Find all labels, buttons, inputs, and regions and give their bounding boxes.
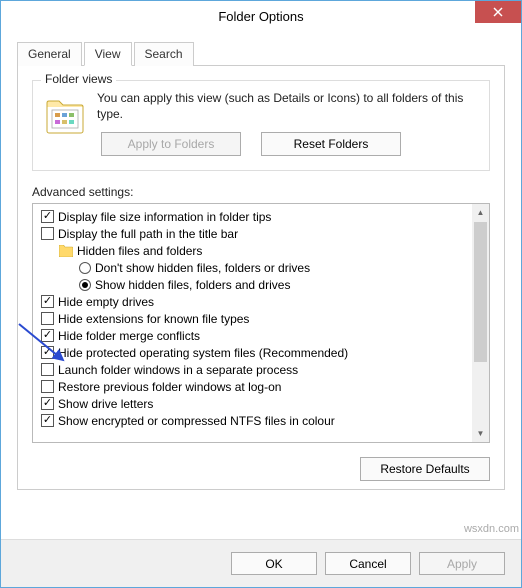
scroll-thumb[interactable]: [474, 222, 487, 362]
tree-row[interactable]: Display the full path in the title bar: [35, 225, 470, 242]
tree-row[interactable]: Launch folder windows in a separate proc…: [35, 361, 470, 378]
folder-views-icon: [43, 95, 87, 139]
checkbox-icon[interactable]: [41, 312, 54, 325]
ok-button[interactable]: OK: [231, 552, 317, 575]
checkbox-icon[interactable]: [41, 414, 54, 427]
tree-row[interactable]: Show drive letters: [35, 395, 470, 412]
tab-panel-view: Folder views You can apply this view (su…: [17, 65, 505, 490]
tab-view[interactable]: View: [84, 42, 132, 66]
checkbox-icon[interactable]: [41, 397, 54, 410]
cancel-button[interactable]: Cancel: [325, 552, 411, 575]
tree-row-label: Hide empty drives: [58, 295, 154, 309]
tab-general[interactable]: General: [17, 42, 82, 66]
tree-row-label: Hide folder merge conflicts: [58, 329, 200, 343]
tree-row-label: Don't show hidden files, folders or driv…: [95, 261, 310, 275]
checkbox-icon[interactable]: [41, 210, 54, 223]
scrollbar[interactable]: ▲ ▼: [472, 204, 489, 442]
tree-row-label: Restore previous folder windows at log-o…: [58, 380, 281, 394]
folder-views-title: Folder views: [41, 72, 116, 86]
close-button[interactable]: [475, 1, 521, 23]
tree-row[interactable]: Hide folder merge conflicts: [35, 327, 470, 344]
scroll-up-button[interactable]: ▲: [472, 204, 489, 221]
folder-icon: [59, 245, 73, 257]
tree-row-label: Show encrypted or compressed NTFS files …: [58, 414, 335, 428]
tree-row[interactable]: Display file size information in folder …: [35, 208, 470, 225]
apply-button[interactable]: Apply: [419, 552, 505, 575]
reset-folders-button[interactable]: Reset Folders: [261, 132, 401, 156]
titlebar: Folder Options: [1, 1, 521, 31]
window-title: Folder Options: [218, 9, 303, 24]
tree-row-label: Show drive letters: [58, 397, 153, 411]
tree-row[interactable]: Hide extensions for known file types: [35, 310, 470, 327]
tree-row-label: Hidden files and folders: [77, 244, 202, 258]
restore-defaults-button[interactable]: Restore Defaults: [360, 457, 490, 481]
radio-icon[interactable]: [79, 279, 91, 291]
tree-row-label: Display the full path in the title bar: [58, 227, 238, 241]
scroll-down-button[interactable]: ▼: [472, 425, 489, 442]
tab-strip: General View Search: [17, 42, 505, 66]
advanced-settings-label: Advanced settings:: [32, 185, 490, 199]
tree-row[interactable]: Show hidden files, folders and drives: [35, 276, 470, 293]
checkbox-icon[interactable]: [41, 363, 54, 376]
checkbox-icon[interactable]: [41, 380, 54, 393]
close-icon: [493, 7, 503, 17]
tree-row[interactable]: Hidden files and folders: [35, 242, 470, 259]
tree-row-label: Hide protected operating system files (R…: [58, 346, 348, 360]
radio-icon[interactable]: [79, 262, 91, 274]
client-area: General View Search Folder views: [1, 31, 521, 490]
tree-row[interactable]: Show encrypted or compressed NTFS files …: [35, 412, 470, 429]
folder-options-window: Folder Options General View Search Folde…: [0, 0, 522, 588]
tree-row[interactable]: Hide empty drives: [35, 293, 470, 310]
checkbox-icon[interactable]: [41, 227, 54, 240]
watermark: wsxdn.com: [464, 523, 519, 535]
checkbox-icon[interactable]: [41, 329, 54, 342]
tree-row[interactable]: Don't show hidden files, folders or driv…: [35, 259, 470, 276]
tab-search[interactable]: Search: [134, 42, 194, 66]
checkbox-icon[interactable]: [41, 346, 54, 359]
dialog-footer: OK Cancel Apply: [1, 539, 521, 587]
tree-row-label: Display file size information in folder …: [58, 210, 271, 224]
tree-row-label: Show hidden files, folders and drives: [95, 278, 290, 292]
apply-to-folders-button[interactable]: Apply to Folders: [101, 132, 241, 156]
advanced-settings-tree[interactable]: Display file size information in folder …: [32, 203, 490, 443]
tree-row-label: Hide extensions for known file types: [58, 312, 249, 326]
folder-views-group: Folder views You can apply this view (su…: [32, 80, 490, 171]
folder-views-desc: You can apply this view (such as Details…: [97, 91, 479, 122]
tree-row-label: Launch folder windows in a separate proc…: [58, 363, 298, 377]
tree-row[interactable]: Hide protected operating system files (R…: [35, 344, 470, 361]
checkbox-icon[interactable]: [41, 295, 54, 308]
tree-row[interactable]: Restore previous folder windows at log-o…: [35, 378, 470, 395]
